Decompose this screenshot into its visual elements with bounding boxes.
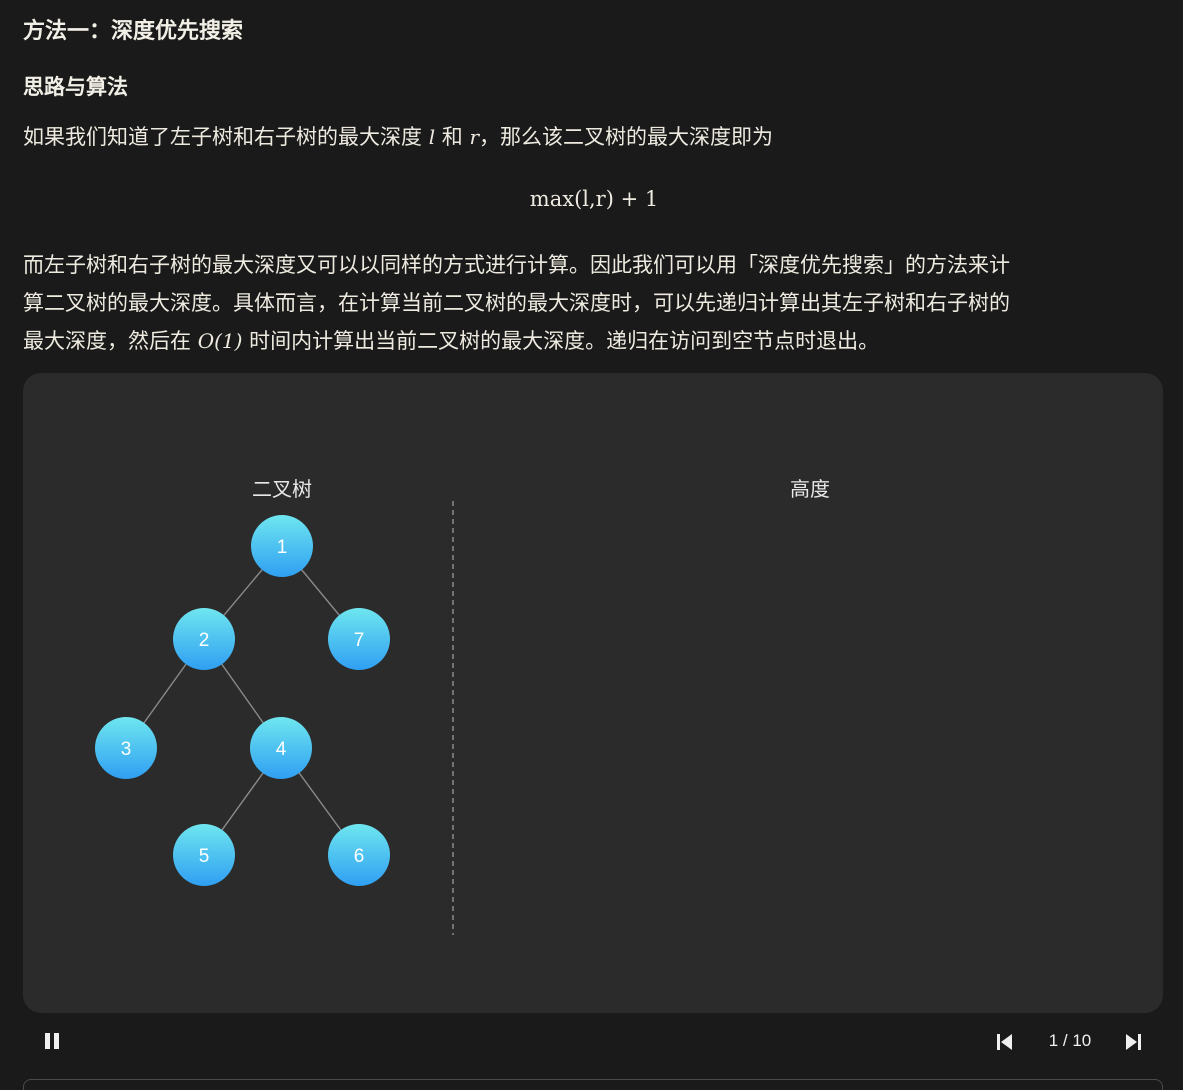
paragraph-text: 最大深度，然后在 bbox=[23, 329, 198, 353]
pause-button[interactable] bbox=[37, 1030, 71, 1054]
step-counter: 1 / 10 bbox=[1048, 1031, 1092, 1050]
tree-node-label: 7 bbox=[354, 630, 365, 651]
subsection-heading: 思路与算法 bbox=[23, 75, 128, 99]
tree-node: 3 bbox=[95, 717, 157, 779]
tree-edges bbox=[125, 545, 360, 856]
animation-panel: 二叉树 高度 1 2 7 3 4 5 6 bbox=[23, 373, 1163, 1013]
tree-column-title: 二叉树 bbox=[252, 477, 312, 501]
paragraph-line: 算二叉树的最大深度。具体而言，在计算当前二叉树的最大深度时，可以先递归计算出其左… bbox=[23, 291, 1010, 315]
tree-node-label: 6 bbox=[354, 846, 365, 867]
playback-controls: 1 / 10 bbox=[23, 1016, 1163, 1066]
tree-node-label: 2 bbox=[199, 630, 210, 651]
tree-node-label: 5 bbox=[199, 846, 210, 867]
paragraph-line: 最大深度，然后在 O(1) 时间内计算出当前二叉树的最大深度。递归在访问到空节点… bbox=[23, 322, 1165, 360]
paragraph-line: 而左子树和右子树的最大深度又可以以同样的方式进行计算。因此我们可以用「深度优先搜… bbox=[23, 253, 1010, 277]
paragraph-intro: 如果我们知道了左子树和右子树的最大深度 l 和 r，那么该二叉树的最大深度即为 bbox=[23, 120, 773, 154]
formula: max(l,r) + 1 bbox=[529, 187, 659, 211]
tree-node: 2 bbox=[173, 608, 235, 670]
tree-node: 5 bbox=[173, 824, 235, 886]
tree-node: 1 bbox=[251, 515, 313, 577]
tree-node: 7 bbox=[328, 608, 390, 670]
section-heading: 方法一：深度优先搜索 bbox=[23, 19, 244, 44]
math-var-r: r bbox=[469, 125, 480, 149]
skip-next-icon bbox=[1126, 1034, 1141, 1050]
paragraph-text: ，那么该二叉树的最大深度即为 bbox=[479, 125, 774, 149]
skip-previous-icon bbox=[997, 1034, 1012, 1050]
tree-node-label: 3 bbox=[121, 739, 132, 760]
paragraph-text: 和 bbox=[435, 125, 470, 149]
animation-canvas: 二叉树 高度 1 2 7 3 4 5 6 bbox=[95, 477, 830, 935]
paragraph-text: 如果我们知道了左子树和右子树的最大深度 bbox=[23, 125, 429, 149]
tree-node: 6 bbox=[328, 824, 390, 886]
tree-nodes: 1 2 7 3 4 5 6 bbox=[95, 515, 390, 886]
next-step-button[interactable] bbox=[1119, 1029, 1149, 1055]
next-section-container bbox=[23, 1079, 1163, 1090]
paragraph-text: 时间内计算出当前二叉树的最大深度。递归在访问到空节点时退出。 bbox=[242, 329, 880, 353]
pause-icon bbox=[37, 1030, 71, 1054]
tree-node-label: 4 bbox=[276, 739, 287, 760]
tree-node: 4 bbox=[250, 717, 312, 779]
math-complexity: O(1) bbox=[197, 329, 243, 353]
tree-node-label: 1 bbox=[277, 537, 288, 558]
paragraph-explanation: 而左子树和右子树的最大深度又可以以同样的方式进行计算。因此我们可以用「深度优先搜… bbox=[23, 246, 1165, 360]
previous-step-button[interactable] bbox=[989, 1029, 1019, 1055]
height-column-title: 高度 bbox=[790, 477, 830, 501]
